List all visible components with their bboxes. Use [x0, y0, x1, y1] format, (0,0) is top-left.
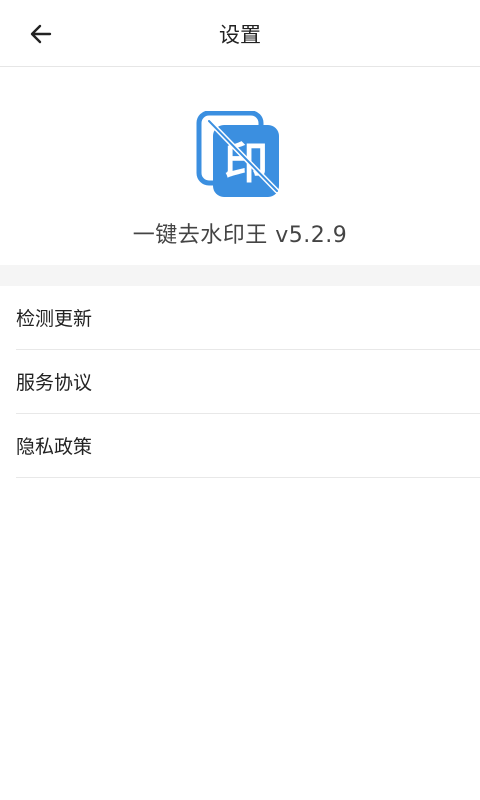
app-name-version: 一键去水印王 v5.2.9	[132, 223, 348, 248]
settings-screen: 设置 印 一键去水印王 v5.2.9 检测更新 服务协议 隐私政策	[0, 0, 480, 800]
menu-item-service-agreement[interactable]: 服务协议	[16, 350, 480, 414]
menu-item-label: 隐私政策	[16, 436, 93, 458]
page-title: 设置	[219, 23, 261, 47]
menu-item-privacy-policy[interactable]: 隐私政策	[16, 414, 480, 478]
menu-item-check-update[interactable]: 检测更新	[16, 286, 480, 350]
menu-item-label: 服务协议	[16, 372, 93, 394]
app-info: 印 一键去水印王 v5.2.9	[0, 67, 480, 265]
section-divider	[0, 265, 480, 286]
menu-item-label: 检测更新	[16, 308, 93, 330]
top-bar: 设置	[0, 0, 480, 67]
watermark-stamp-icon: 印	[196, 111, 280, 197]
settings-menu: 检测更新 服务协议 隐私政策	[0, 286, 480, 478]
